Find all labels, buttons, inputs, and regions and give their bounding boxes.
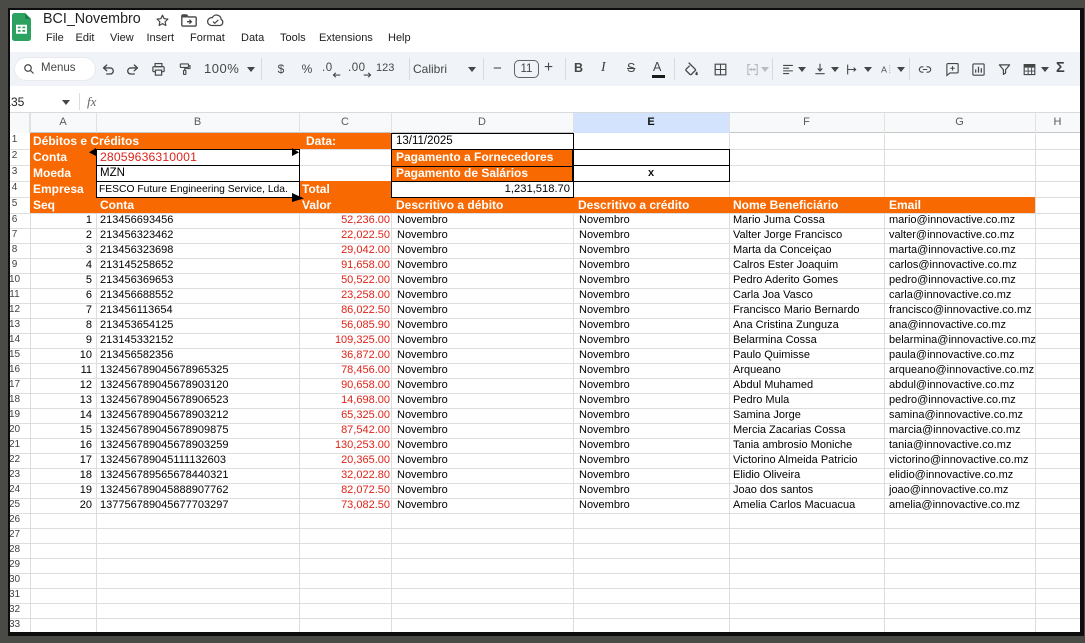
svg-text:A: A [881,64,887,74]
